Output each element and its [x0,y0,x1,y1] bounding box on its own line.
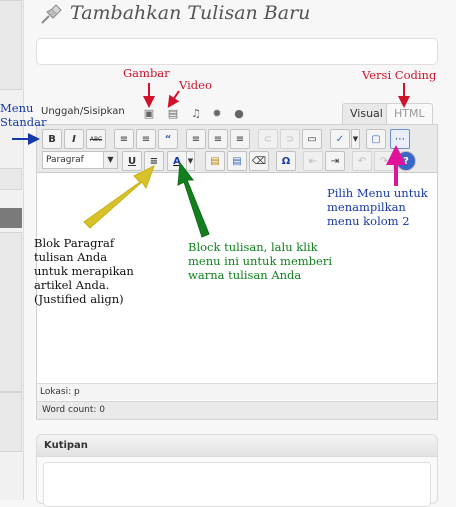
remove-format-button[interactable]: ⌫ [249,151,269,171]
annotation-block-tulisan: Block tulisan, lalu klik menu ini untuk … [188,240,333,282]
unlink-button[interactable]: ⊃ [280,129,300,149]
annotation-gambar: Gambar [123,66,170,80]
indent-button[interactable]: ⇥ [325,151,345,171]
sidebar-block [0,392,22,452]
spellcheck-button[interactable]: ✓ [330,129,350,149]
pushpin-icon [41,4,62,24]
sidebar-block [0,232,22,392]
strikethrough-button[interactable]: ABC [86,129,106,149]
post-title-input[interactable] [36,38,438,65]
editor-path-bar: Lokasi: p [37,383,437,400]
bullet-list-button[interactable]: ≡ [114,129,134,149]
sidebar-active-item[interactable] [0,208,22,228]
annotation-blok-paragraf: Blok Paragraf tulisan Anda untuk merapik… [34,236,134,306]
align-center-button[interactable]: ≡ [208,129,228,149]
underline-button[interactable]: U [122,151,142,171]
spellcheck-dropdown-arrow[interactable]: ▼ [351,129,360,149]
insert-more-button[interactable]: ▭ [302,129,322,149]
add-video-icon[interactable]: ▤ [166,106,180,120]
redo-button[interactable]: ↷ [374,151,394,171]
text-color-button[interactable]: A [167,151,187,171]
upload-insert-label: Unggah/Sisipkan [41,106,125,117]
add-other-media-icon[interactable]: ● [232,106,246,120]
sidebar-block [0,0,22,90]
fullscreen-button[interactable]: ▢ [366,129,386,149]
add-image-icon[interactable]: ▣ [142,106,156,120]
word-count: Word count: 0 [37,401,437,419]
annotation-pilih-menu: Pilih Menu untuk menampilkan menu kolom … [327,186,428,228]
annotation-video: Video [179,78,212,92]
bold-button[interactable]: B [42,129,62,149]
add-media-icon[interactable]: ✹ [210,106,224,120]
annotation-menu-standar: Menu Standar [0,101,47,129]
excerpt-panel: Kutipan [36,434,438,507]
insert-link-button[interactable]: ⊂ [258,129,278,149]
text-color-dropdown-arrow[interactable]: ▼ [186,151,195,171]
paste-text-button[interactable]: ▤ [205,151,225,171]
page-title: Tambahkan Tulisan Baru [70,2,311,24]
paragraph-format-select[interactable]: Paragraf ▼ [42,151,118,169]
video-arrow [167,90,180,108]
excerpt-panel-title[interactable]: Kutipan [37,435,437,457]
justify-button[interactable]: ≡ [144,151,164,171]
excerpt-textarea[interactable] [43,462,431,507]
numbered-list-button[interactable]: ≡ [136,129,156,149]
align-right-button[interactable]: ≡ [230,129,250,149]
blockquote-button[interactable]: “ [158,129,178,149]
admin-sidebar [0,0,24,500]
outdent-button[interactable]: ⇤ [303,151,323,171]
annotation-versi-coding: Versi Coding [362,68,437,82]
tab-html[interactable]: HTML [386,103,433,125]
undo-button[interactable]: ↶ [352,151,372,171]
italic-button[interactable]: I [64,129,84,149]
align-left-button[interactable]: ≡ [186,129,206,149]
select-arrow-icon: ▼ [103,152,117,168]
tab-visual[interactable]: Visual [342,103,391,125]
special-char-button[interactable]: Ω [276,151,296,171]
help-button[interactable]: ? [396,151,416,171]
paste-word-button[interactable]: ▤ [227,151,247,171]
sidebar-block[interactable] [0,168,22,190]
add-audio-icon[interactable]: ♫ [189,106,203,120]
kitchen-sink-button[interactable]: ⋯ [390,129,410,149]
